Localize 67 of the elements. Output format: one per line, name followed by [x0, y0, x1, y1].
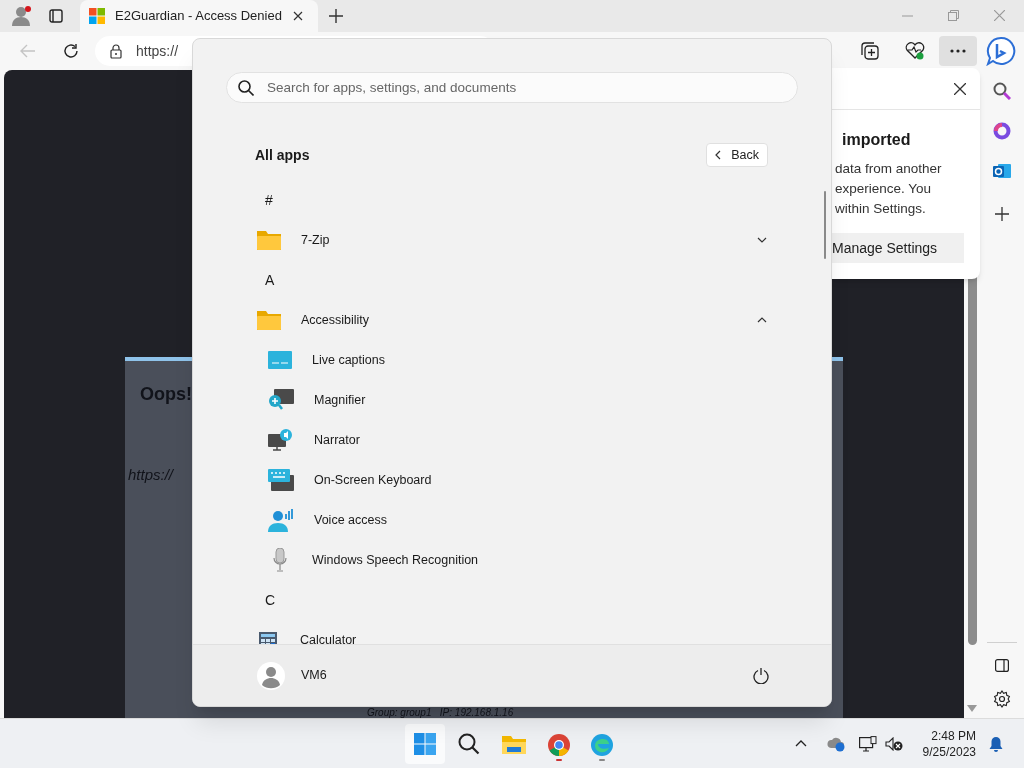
chevron-left-icon: [715, 150, 722, 160]
monitor-icon[interactable]: [858, 735, 877, 752]
app-item[interactable]: On-Screen Keyboard: [193, 460, 831, 500]
search-field[interactable]: Search for apps, settings, and documents: [226, 72, 798, 103]
keyboard-icon: [268, 469, 294, 491]
captions-icon: [268, 351, 292, 369]
folder-icon: [257, 230, 281, 250]
close-icon[interactable]: [954, 82, 966, 95]
new-tab-icon[interactable]: [329, 9, 343, 23]
search-icon[interactable]: [458, 732, 480, 755]
down-arrow-icon[interactable]: [967, 705, 977, 712]
bell-icon[interactable]: [989, 735, 1003, 752]
power-icon[interactable]: [753, 667, 769, 684]
profile-icon[interactable]: [11, 5, 33, 27]
group-info-text: Group: group1 IP: 192.168.1.16: [367, 707, 514, 718]
app-list-item[interactable]: 7-Zip: [193, 220, 831, 260]
close-icon[interactable]: [293, 11, 303, 21]
search-icon: [238, 80, 254, 96]
wave-circle-icon[interactable]: [590, 732, 614, 761]
ring-icon[interactable]: [993, 122, 1011, 140]
app-item[interactable]: Narrator: [193, 420, 831, 460]
mail-icon[interactable]: [993, 162, 1011, 180]
tab-title: E2Guardian - Access Denied: [115, 7, 283, 26]
clock[interactable]: 2:48 PM 9/25/2023: [922, 727, 976, 760]
all-apps-heading: All apps: [255, 145, 310, 165]
four-squares-icon: [89, 8, 105, 24]
four-squares-icon: [414, 732, 436, 755]
app-item[interactable]: Magnifier: [193, 380, 831, 420]
calculator-icon: [259, 632, 277, 644]
muted-speaker-icon[interactable]: [884, 736, 903, 751]
folder-icon[interactable]: [502, 733, 526, 754]
url-text: https://: [128, 465, 174, 485]
browser-circle-icon[interactable]: [547, 732, 571, 761]
lock-icon: [110, 43, 122, 59]
plus-icon[interactable]: [995, 207, 1009, 221]
microphone-icon: [273, 548, 287, 572]
refresh-icon[interactable]: [63, 43, 79, 59]
section-letter[interactable]: A: [265, 269, 275, 291]
section-letter[interactable]: C: [265, 589, 276, 611]
chevron-up-icon[interactable]: [794, 740, 807, 747]
start-button[interactable]: [405, 723, 445, 764]
app-item[interactable]: Live captions: [193, 340, 831, 380]
app-item[interactable]: Voice access: [193, 500, 831, 540]
page-heading: Oops!: [140, 383, 192, 406]
person-sound-icon: [268, 508, 294, 532]
tab-actions-icon[interactable]: [49, 9, 63, 23]
popup-title: imported: [842, 130, 912, 150]
search-icon[interactable]: [993, 82, 1011, 100]
browser-tab[interactable]: E2Guardian - Access Denied: [80, 0, 318, 32]
settings-icon[interactable]: [993, 690, 1011, 708]
section-letter[interactable]: #: [265, 189, 273, 211]
more-icon: [950, 49, 966, 53]
collections-icon[interactable]: [861, 42, 879, 60]
cloud-icon[interactable]: [826, 735, 845, 752]
manage-settings-button[interactable]: Manage Settings: [832, 233, 964, 263]
popup-message: data from another experience. You within Settings.: [835, 160, 943, 218]
narrator-icon: [268, 429, 294, 451]
heart-pulse-icon[interactable]: [905, 42, 925, 60]
folder-icon: [257, 310, 281, 330]
panel-icon[interactable]: [995, 659, 1009, 672]
app-item[interactable]: Windows Speech Recognition: [193, 540, 831, 580]
chat-bubble-icon[interactable]: [986, 36, 1016, 66]
app-list-item[interactable]: Accessibility: [193, 300, 831, 340]
scrollbar-thumb[interactable]: [824, 191, 826, 259]
magnifier-icon: [268, 389, 294, 411]
back-button[interactable]: Back: [706, 143, 768, 167]
avatar-icon[interactable]: [257, 661, 285, 690]
